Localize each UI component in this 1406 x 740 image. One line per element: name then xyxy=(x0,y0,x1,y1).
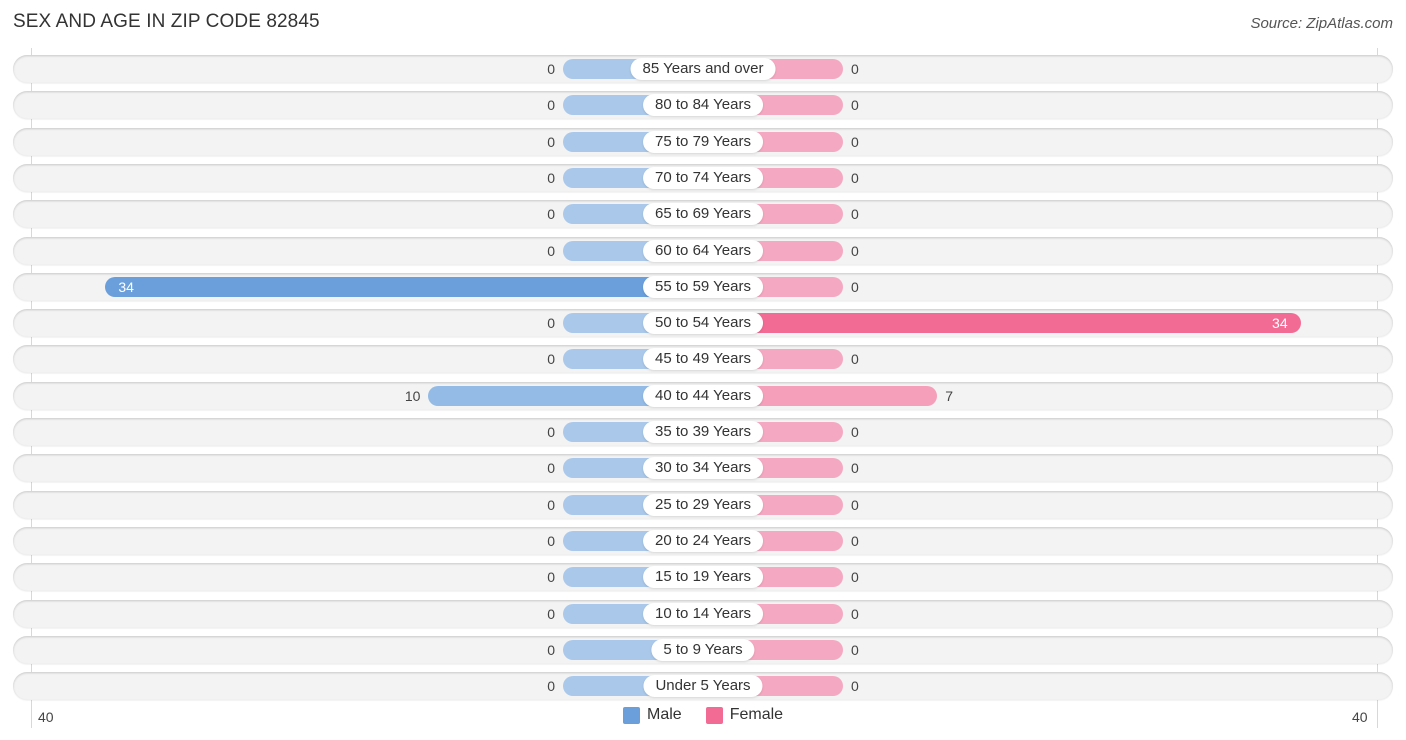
value-label-female: 0 xyxy=(851,61,859,77)
value-label-female: 0 xyxy=(851,242,859,259)
legend-label-female: Female xyxy=(729,706,784,723)
bar-male[interactable] xyxy=(105,276,703,297)
value-label-female: 0 xyxy=(851,678,859,695)
value-label-female: 0 xyxy=(851,97,859,114)
chart-title: SEX AND AGE IN ZIP CODE 82845 xyxy=(13,11,320,32)
value-label-female: 0 xyxy=(851,605,859,622)
axis-label-right: 40 xyxy=(1352,709,1368,725)
category-label: 10 to 14 Years xyxy=(643,602,763,625)
value-label-male: 0 xyxy=(547,133,555,150)
value-label-female: 0 xyxy=(851,351,859,368)
value-label-male: 0 xyxy=(547,206,555,223)
value-label-male: 0 xyxy=(547,569,555,586)
value-label-male: 34 xyxy=(118,278,134,295)
value-label-male: 0 xyxy=(547,424,555,440)
value-label-female: 0 xyxy=(851,206,859,223)
value-label-male: 0 xyxy=(547,605,555,622)
legend-item-male[interactable]: Male xyxy=(623,706,682,724)
source-label: Source: ZipAtlas.com xyxy=(1250,15,1393,32)
category-label: 60 to 64 Years xyxy=(643,239,763,262)
value-label-male: 0 xyxy=(547,460,555,477)
value-label-female: 0 xyxy=(851,169,859,186)
category-label: 5 to 9 Years xyxy=(651,638,755,661)
value-label-female: 0 xyxy=(851,424,859,440)
value-label-male: 10 xyxy=(404,387,421,404)
value-label-male: 0 xyxy=(547,169,555,186)
value-label-female: 0 xyxy=(851,460,859,477)
legend-swatch-female xyxy=(705,706,723,724)
legend-item-female[interactable]: Female xyxy=(705,706,784,724)
value-label-female: 0 xyxy=(851,641,859,658)
category-label: 20 to 24 Years xyxy=(643,529,763,552)
legend-label-male: Male xyxy=(647,706,682,723)
category-label: 35 to 39 Years xyxy=(643,421,763,443)
legend-swatch-male xyxy=(623,706,640,724)
category-label: 25 to 29 Years xyxy=(643,493,763,516)
value-label-female: 0 xyxy=(851,278,859,295)
bar-female[interactable] xyxy=(703,313,1301,334)
category-label: 55 to 59 Years xyxy=(643,275,763,298)
value-label-male: 0 xyxy=(547,496,555,513)
category-label: Under 5 Years xyxy=(643,675,763,698)
value-label-male: 0 xyxy=(547,641,555,658)
category-label: 40 to 44 Years xyxy=(643,384,763,407)
value-label-male: 0 xyxy=(547,97,555,114)
category-label: 50 to 54 Years xyxy=(643,312,763,335)
value-label-female: 0 xyxy=(851,133,859,150)
value-label-male: 0 xyxy=(547,61,555,77)
category-label: 30 to 34 Years xyxy=(643,457,763,480)
category-label: 15 to 19 Years xyxy=(643,566,763,589)
value-label-male: 0 xyxy=(547,532,555,549)
axis-label-left: 40 xyxy=(38,709,54,725)
value-label-female: 0 xyxy=(851,532,859,549)
value-label-female: 34 xyxy=(1272,315,1288,332)
category-label: 75 to 79 Years xyxy=(643,130,763,153)
value-label-female: 0 xyxy=(851,569,859,586)
value-label-male: 0 xyxy=(547,315,555,332)
category-label: 45 to 49 Years xyxy=(643,348,763,371)
value-label-female: 0 xyxy=(851,496,859,513)
category-label: 70 to 74 Years xyxy=(643,166,763,189)
category-label: 80 to 84 Years xyxy=(643,94,763,117)
category-label: 85 Years and over xyxy=(630,58,776,80)
legend: Male Female xyxy=(623,706,807,724)
value-label-male: 0 xyxy=(547,351,555,368)
value-label-male: 0 xyxy=(547,242,555,259)
value-label-female: 7 xyxy=(945,387,954,404)
category-label: 65 to 69 Years xyxy=(643,203,763,226)
value-label-male: 0 xyxy=(547,678,555,695)
